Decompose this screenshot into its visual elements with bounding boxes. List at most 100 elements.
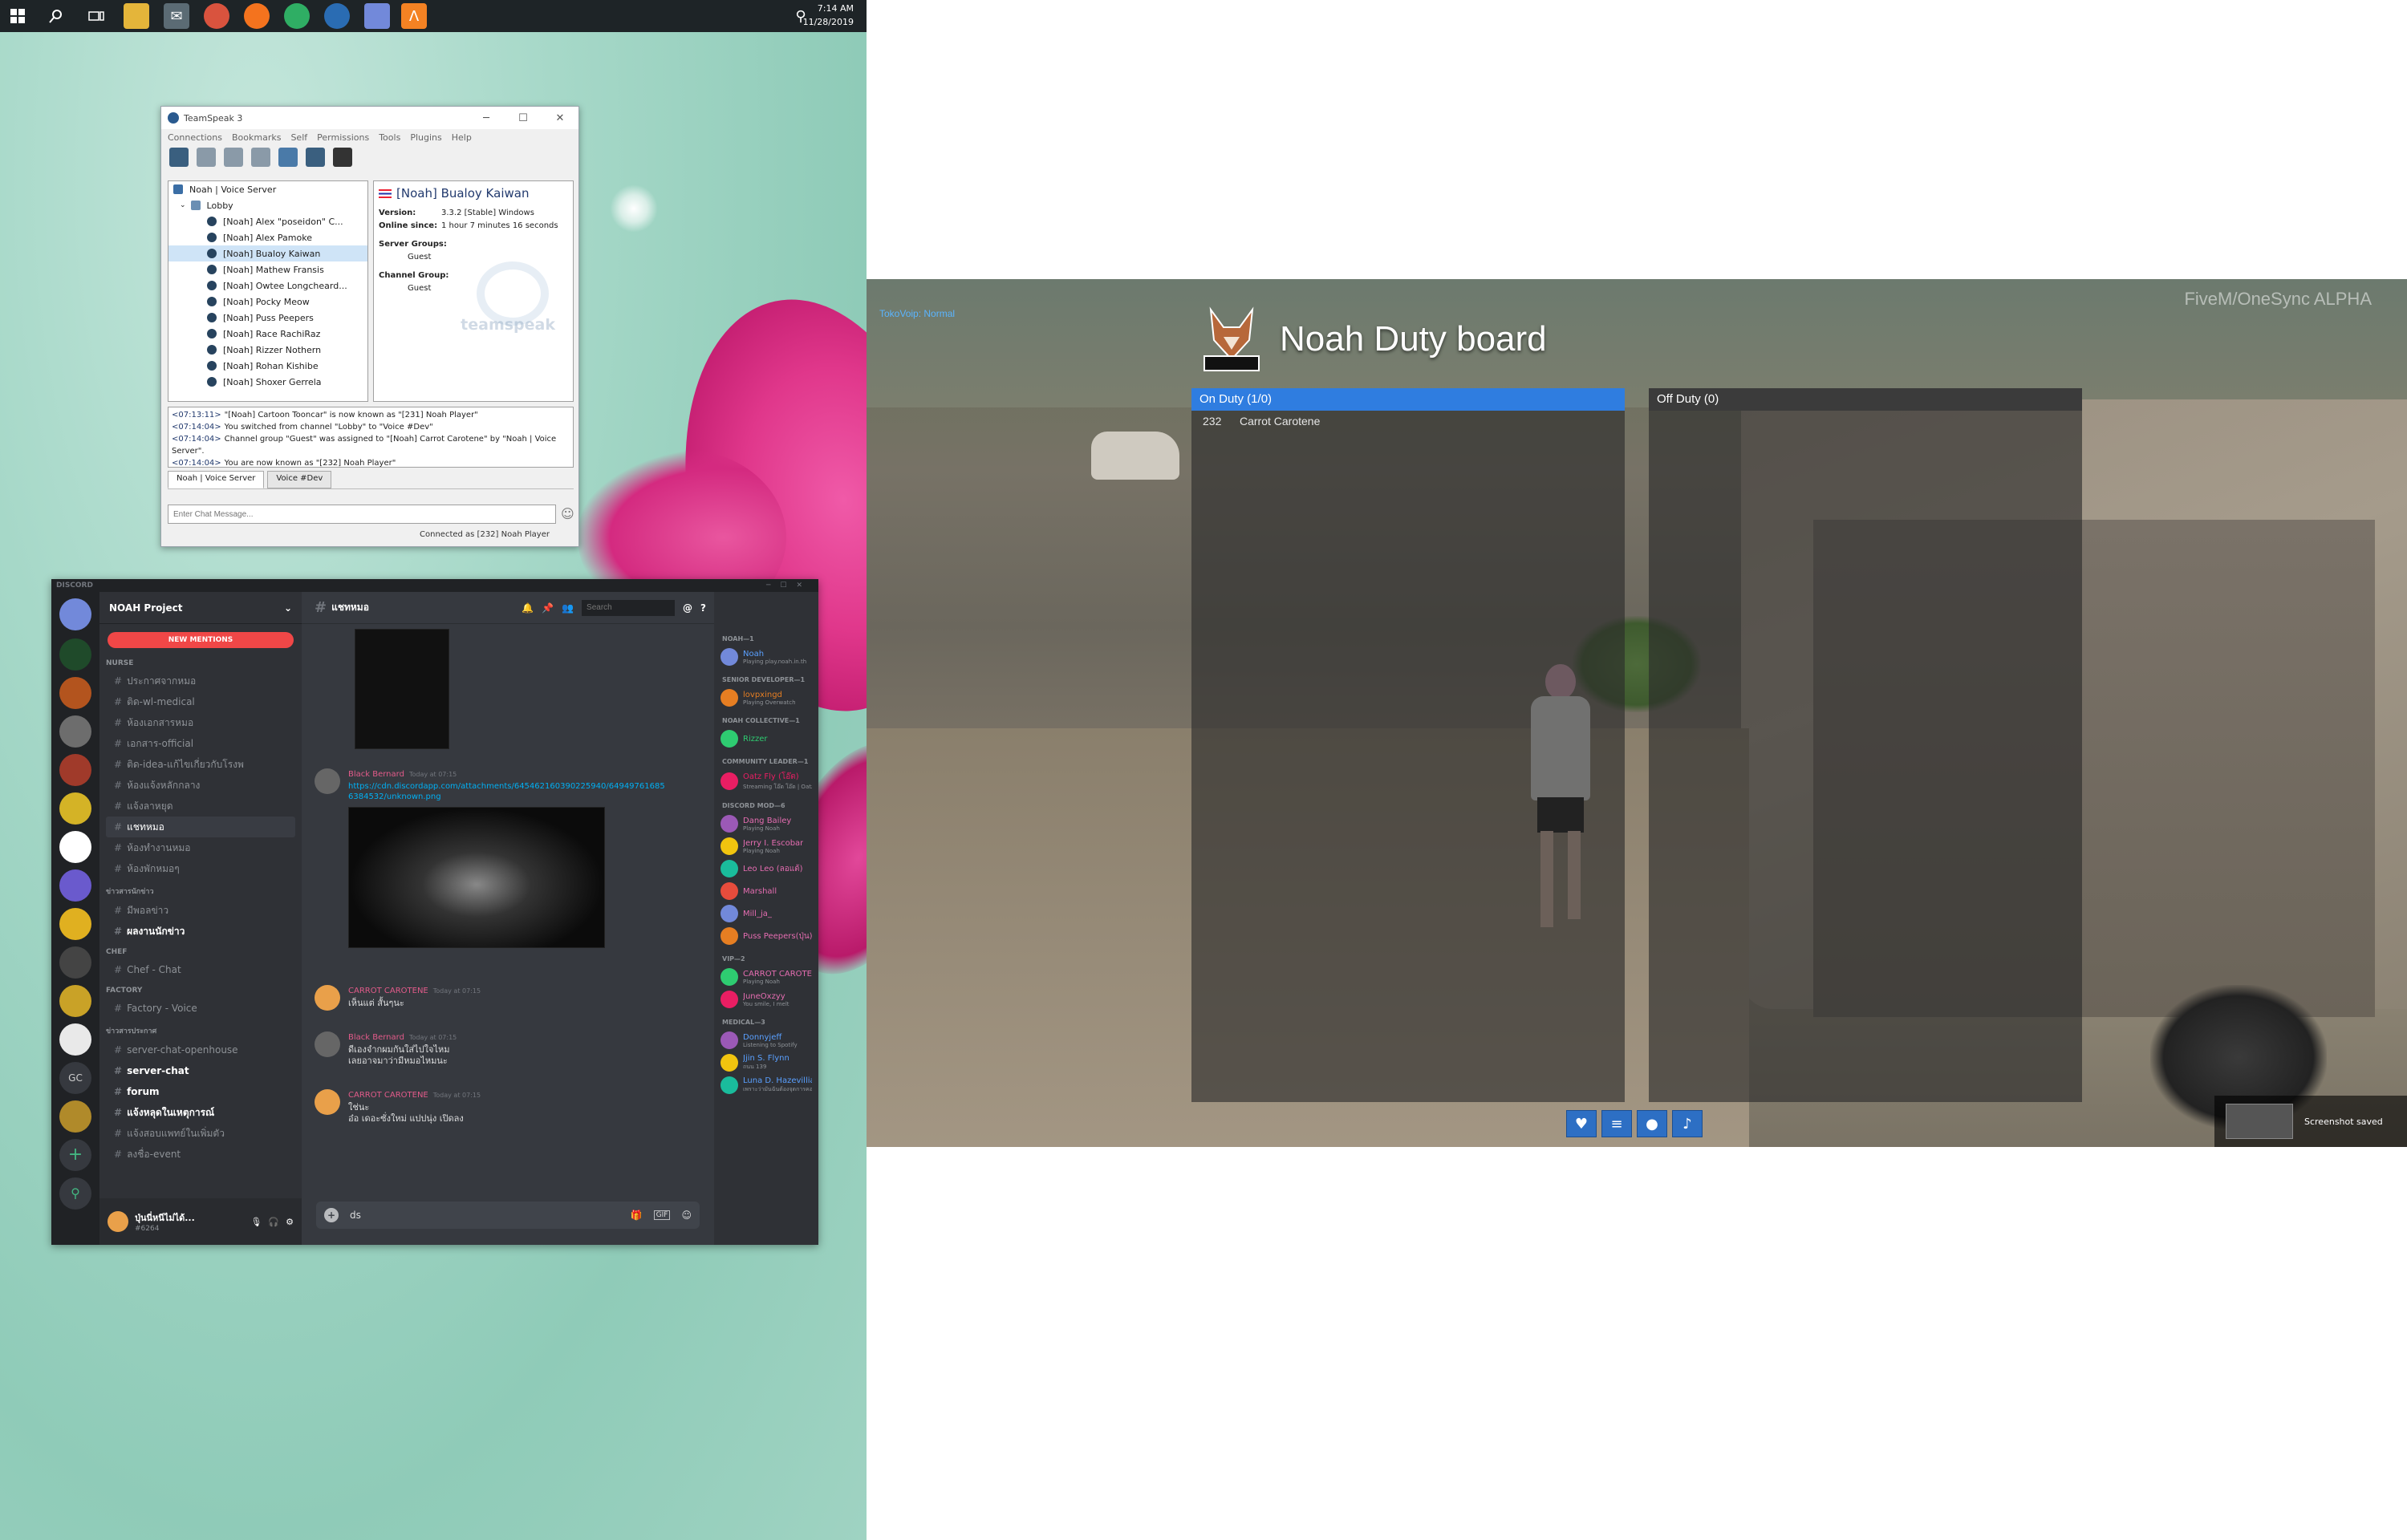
close-button[interactable]: ✕ [542, 112, 578, 124]
menu-tools[interactable]: Tools [379, 132, 400, 143]
member-item[interactable]: Leo Leo (ลอแต้) [714, 857, 818, 880]
members-icon[interactable]: 👥 [562, 602, 574, 614]
upload-plus-icon[interactable]: + [324, 1208, 339, 1222]
fivem-taskbar-icon[interactable]: Λ [401, 3, 427, 29]
member-item[interactable]: Dang Bailey Playing Noah [714, 813, 818, 835]
channel-item[interactable]: # ผลงานนักข่าว [106, 921, 295, 942]
member-item[interactable]: Jjin S. Flynn ถนน 139 [714, 1052, 818, 1074]
channel-item[interactable]: # แจ้งหลุดในเหตุการณ์ [106, 1102, 295, 1123]
menu-help[interactable]: Help [452, 132, 472, 143]
channel-item[interactable]: # Factory - Voice [106, 998, 295, 1019]
ts-client-row[interactable]: [Noah] Bualoy Kaiwan [168, 245, 367, 261]
member-item[interactable]: Oatz Fly (โอ๊ต) Streaming โอ๊ต โอ๊ต | Oat… [714, 768, 818, 794]
channel-item[interactable]: # มีพอลข่าว [106, 900, 295, 921]
member-item[interactable]: Noah Playing play.noah.in.th [714, 646, 818, 668]
member-item[interactable]: Donnyjeff Listening to Spotify [714, 1029, 818, 1052]
channel-category[interactable]: NURSE [99, 653, 302, 671]
discord-taskbar-icon[interactable] [364, 3, 390, 29]
ts-client-row[interactable]: [Noah] Alex Pamoke [168, 229, 367, 245]
channel-item[interactable]: # ห้องแจ้งหลักกลาง [106, 775, 295, 796]
menu-self[interactable]: Self [290, 132, 307, 143]
menu-plugins[interactable]: Plugins [410, 132, 441, 143]
mentions-icon[interactable]: @ [683, 602, 692, 614]
task-view-icon[interactable] [83, 3, 109, 29]
window-controls[interactable]: ─☐✕ [766, 579, 812, 592]
file-explorer-icon[interactable] [124, 3, 149, 29]
away-icon[interactable] [224, 148, 243, 167]
channel-item[interactable]: # ติด-wl-medical [106, 691, 295, 712]
channel-item[interactable]: # forum [106, 1081, 295, 1102]
maximize-button[interactable]: ☐ [505, 112, 542, 124]
menu-connections[interactable]: Connections [168, 132, 222, 143]
avatar[interactable] [315, 985, 340, 1011]
member-item[interactable]: JuneOxzyy You smile, I melt [714, 988, 818, 1011]
emoji-icon[interactable]: ☺ [561, 506, 574, 521]
ts-client-row[interactable]: [Noah] Shoxer Gerrela [168, 374, 367, 390]
message-link[interactable]: https://cdn.discordapp.com/attachments/6… [348, 781, 669, 802]
server-icon[interactable]: GC [59, 1062, 91, 1094]
tab-channel-chat[interactable]: Voice #Dev [267, 471, 332, 488]
mute-microphone-icon[interactable] [251, 148, 270, 167]
explore-servers-icon[interactable]: ⚲ [59, 1177, 91, 1210]
server-icon[interactable] [59, 831, 91, 863]
ts-client-row[interactable]: [Noah] Mathew Fransis [168, 261, 367, 278]
message-author[interactable]: Black Bernard [348, 1033, 404, 1042]
channel-item[interactable]: # ติด-idea-แก้ไขเกี่ยวกับโรงพ [106, 754, 295, 775]
noah-server-icon[interactable] [59, 754, 91, 786]
channel-item[interactable]: # แชทหมอ [106, 817, 295, 837]
headphones-icon[interactable]: 🎧 [268, 1217, 279, 1227]
connect-icon[interactable] [169, 148, 189, 167]
channel-item[interactable]: # แจ้งสอบแพทย์ในเพิ่มตัว [106, 1123, 295, 1144]
channel-item[interactable]: # server-chat-openhouse [106, 1040, 295, 1060]
message-author[interactable]: CARROT CAROTENE [348, 1091, 428, 1100]
server-icon[interactable] [59, 715, 91, 748]
member-item[interactable]: Marshall [714, 880, 818, 902]
channel-item[interactable]: # ลงชื่อ-event [106, 1144, 295, 1165]
server-icon[interactable] [59, 985, 91, 1017]
emoji-icon[interactable]: ☺ [681, 1210, 692, 1221]
server-icon[interactable] [59, 869, 91, 902]
channel-item[interactable]: # แจ้งลาหยุด [106, 796, 295, 817]
channel-category[interactable]: FACTORY [99, 980, 302, 998]
new-mentions-button[interactable]: NEW MENTIONS [108, 632, 294, 648]
member-item[interactable]: CARROT CAROTENEPlaying Noah [714, 966, 818, 988]
avatar[interactable] [315, 1031, 340, 1057]
channel-category[interactable]: ข่าวสารประกาศ [99, 1019, 302, 1040]
menu-permissions[interactable]: Permissions [317, 132, 369, 143]
server-icon[interactable] [59, 677, 91, 709]
ts-client-row[interactable]: [Noah] Puss Peepers [168, 310, 367, 326]
ts-client-row[interactable]: [Noah] Owtee Longcheard... [168, 278, 367, 294]
pin-icon[interactable]: 📌 [542, 602, 554, 614]
ts-channel-row[interactable]: ⌄ Lobby [168, 197, 367, 213]
disconnect-icon[interactable] [197, 148, 216, 167]
whisper-icon[interactable] [333, 148, 352, 167]
member-item[interactable]: Rizzer [714, 727, 818, 750]
message-author[interactable]: CARROT CAROTENE [348, 987, 428, 995]
ts-client-row[interactable]: [Noah] Pocky Meow [168, 294, 367, 310]
gif-icon[interactable]: GIF [653, 1210, 671, 1220]
member-item[interactable]: Luna D. Hazevillianเพราะว่ามันฉันต้องจุด… [714, 1074, 818, 1096]
windows-start-icon[interactable] [5, 3, 30, 29]
settings-gear-icon[interactable]: ⚙ [286, 1217, 294, 1227]
ts-client-row[interactable]: [Noah] Rizzer Nothern [168, 342, 367, 358]
channel-item[interactable]: # server-chat [106, 1060, 295, 1081]
channel-item[interactable]: # ห้องทำงานหมอ [106, 837, 295, 858]
member-item[interactable]: Puss Peepers(ปุ่น) [714, 925, 818, 947]
avatar[interactable] [315, 768, 340, 794]
channel-category[interactable]: ข่าวสารนักข่าว [99, 879, 302, 900]
server-header[interactable]: NOAH Project ⌄ [99, 592, 302, 624]
contacts-icon[interactable] [306, 148, 325, 167]
discord-home-icon[interactable] [59, 598, 91, 630]
gift-icon[interactable]: 🎁 [631, 1210, 643, 1221]
ts-client-row[interactable]: [Noah] Rohan Kishibe [168, 358, 367, 374]
help-icon[interactable]: ? [700, 602, 706, 614]
channel-item[interactable]: # เอกสาร-official [106, 733, 295, 754]
ts-titlebar[interactable]: TeamSpeak 3 ─ ☐ ✕ [161, 107, 578, 129]
add-server-icon[interactable]: + [59, 1139, 91, 1171]
message-input-box[interactable]: + ds 🎁 GIF ☺ [316, 1202, 700, 1229]
member-item[interactable]: lovpxingd Playing Overwatch [714, 687, 818, 709]
channel-item[interactable]: # ห้องพักหมอๆ [106, 858, 295, 879]
image-attachment[interactable] [348, 807, 605, 948]
member-item[interactable]: Jerry I. Escobar Playing Noah [714, 835, 818, 857]
taskbar-clock[interactable]: 7:14 AM 11/28/2019 [803, 2, 854, 29]
